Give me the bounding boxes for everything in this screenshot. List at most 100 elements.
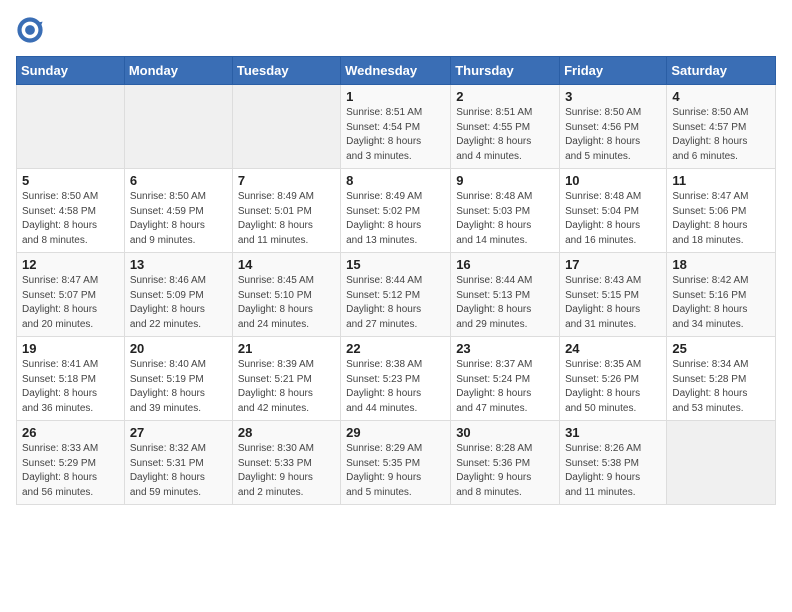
calendar-cell [232, 85, 340, 169]
day-info: Sunrise: 8:34 AM Sunset: 5:28 PM Dayligh… [672, 358, 770, 416]
day-number: 27 [130, 425, 227, 440]
day-number: 26 [22, 425, 119, 440]
calendar-cell: 8 Sunrise: 8:49 AM Sunset: 5:02 PM Daylig… [341, 169, 451, 253]
calendar-cell: 31 Sunrise: 8:26 AM Sunset: 5:38 PM Dayli… [560, 421, 667, 505]
day-number: 3 [565, 89, 661, 104]
calendar-cell: 29 Sunrise: 8:29 AM Sunset: 5:35 PM Dayli… [341, 421, 451, 505]
day-info: Sunrise: 8:33 AM Sunset: 5:29 PM Dayligh… [22, 442, 119, 500]
calendar-week-row: 5Sunrise: 8:50 AM Sunset: 4:58 PM Daylig… [17, 169, 776, 253]
day-number: 7 [238, 173, 335, 188]
day-info: Sunrise: 8:50 AM Sunset: 4:59 PM Dayligh… [130, 190, 227, 248]
calendar-cell: 24 Sunrise: 8:35 AM Sunset: 5:26 PM Dayli… [560, 337, 667, 421]
day-info: Sunrise: 8:39 AM Sunset: 5:21 PM Dayligh… [238, 358, 335, 416]
day-number: 18 [672, 257, 770, 272]
day-info: Sunrise: 8:48 AM Sunset: 5:03 PM Dayligh… [456, 190, 554, 248]
calendar-cell [667, 421, 776, 505]
calendar-cell: 12Sunrise: 8:47 AM Sunset: 5:07 PM Dayli… [17, 253, 125, 337]
calendar-cell: 23 Sunrise: 8:37 AM Sunset: 5:24 PM Dayli… [451, 337, 560, 421]
day-number: 17 [565, 257, 661, 272]
day-info: Sunrise: 8:41 AM Sunset: 5:18 PM Dayligh… [22, 358, 119, 416]
calendar-cell: 3Sunrise: 8:50 AM Sunset: 4:56 PM Daylig… [560, 85, 667, 169]
calendar-cell [17, 85, 125, 169]
day-info: Sunrise: 8:45 AM Sunset: 5:10 PM Dayligh… [238, 274, 335, 332]
logo [16, 16, 46, 44]
day-info: Sunrise: 8:50 AM Sunset: 4:57 PM Dayligh… [672, 106, 770, 164]
day-info: Sunrise: 8:32 AM Sunset: 5:31 PM Dayligh… [130, 442, 227, 500]
weekday-header-friday: Friday [560, 57, 667, 85]
day-number: 23 [456, 341, 554, 356]
day-info: Sunrise: 8:29 AM Sunset: 5:35 PM Dayligh… [346, 442, 445, 500]
calendar-cell: 18 Sunrise: 8:42 AM Sunset: 5:16 PM Dayli… [667, 253, 776, 337]
day-number: 8 [346, 173, 445, 188]
weekday-header-sunday: Sunday [17, 57, 125, 85]
day-number: 25 [672, 341, 770, 356]
day-info: Sunrise: 8:28 AM Sunset: 5:36 PM Dayligh… [456, 442, 554, 500]
day-number: 20 [130, 341, 227, 356]
day-info: Sunrise: 8:26 AM Sunset: 5:38 PM Dayligh… [565, 442, 661, 500]
page-header [16, 16, 776, 44]
day-number: 21 [238, 341, 335, 356]
day-number: 4 [672, 89, 770, 104]
calendar-cell: 25 Sunrise: 8:34 AM Sunset: 5:28 PM Dayli… [667, 337, 776, 421]
weekday-header-wednesday: Wednesday [341, 57, 451, 85]
day-info: Sunrise: 8:47 AM Sunset: 5:06 PM Dayligh… [672, 190, 770, 248]
calendar-cell: 4 Sunrise: 8:50 AM Sunset: 4:57 PM Daylig… [667, 85, 776, 169]
calendar-cell: 17 Sunrise: 8:43 AM Sunset: 5:15 PM Dayli… [560, 253, 667, 337]
calendar-cell: 22 Sunrise: 8:38 AM Sunset: 5:23 PM Dayli… [341, 337, 451, 421]
day-info: Sunrise: 8:49 AM Sunset: 5:02 PM Dayligh… [346, 190, 445, 248]
calendar-cell: 1 Sunrise: 8:51 AM Sunset: 4:54 PM Daylig… [341, 85, 451, 169]
calendar-cell: 15 Sunrise: 8:44 AM Sunset: 5:12 PM Dayli… [341, 253, 451, 337]
day-number: 24 [565, 341, 661, 356]
calendar-cell: 13 Sunrise: 8:46 AM Sunset: 5:09 PM Dayli… [124, 253, 232, 337]
day-number: 14 [238, 257, 335, 272]
logo-icon [16, 16, 44, 44]
calendar-cell: 19 Sunrise: 8:41 AM Sunset: 5:18 PM Dayli… [17, 337, 125, 421]
day-number: 1 [346, 89, 445, 104]
day-number: 19 [22, 341, 119, 356]
calendar-cell: 26 Sunrise: 8:33 AM Sunset: 5:29 PM Dayli… [17, 421, 125, 505]
day-number: 30 [456, 425, 554, 440]
calendar-week-row: 1 Sunrise: 8:51 AM Sunset: 4:54 PM Daylig… [17, 85, 776, 169]
day-info: Sunrise: 8:30 AM Sunset: 5:33 PM Dayligh… [238, 442, 335, 500]
day-number: 31 [565, 425, 661, 440]
calendar-cell: 30 Sunrise: 8:28 AM Sunset: 5:36 PM Dayli… [451, 421, 560, 505]
calendar-cell: 2Sunrise: 8:51 AM Sunset: 4:55 PM Daylig… [451, 85, 560, 169]
day-info: Sunrise: 8:40 AM Sunset: 5:19 PM Dayligh… [130, 358, 227, 416]
weekday-header-tuesday: Tuesday [232, 57, 340, 85]
calendar-cell: 10 Sunrise: 8:48 AM Sunset: 5:04 PM Dayli… [560, 169, 667, 253]
calendar-cell: 21 Sunrise: 8:39 AM Sunset: 5:21 PM Dayli… [232, 337, 340, 421]
day-info: Sunrise: 8:42 AM Sunset: 5:16 PM Dayligh… [672, 274, 770, 332]
day-info: Sunrise: 8:48 AM Sunset: 5:04 PM Dayligh… [565, 190, 661, 248]
calendar-week-row: 19 Sunrise: 8:41 AM Sunset: 5:18 PM Dayli… [17, 337, 776, 421]
day-info: Sunrise: 8:46 AM Sunset: 5:09 PM Dayligh… [130, 274, 227, 332]
calendar-cell: 28 Sunrise: 8:30 AM Sunset: 5:33 PM Dayli… [232, 421, 340, 505]
day-info: Sunrise: 8:49 AM Sunset: 5:01 PM Dayligh… [238, 190, 335, 248]
day-info: Sunrise: 8:38 AM Sunset: 5:23 PM Dayligh… [346, 358, 445, 416]
weekday-header-saturday: Saturday [667, 57, 776, 85]
day-info: Sunrise: 8:51 AM Sunset: 4:54 PM Dayligh… [346, 106, 445, 164]
calendar-cell: 9 Sunrise: 8:48 AM Sunset: 5:03 PM Daylig… [451, 169, 560, 253]
day-number: 29 [346, 425, 445, 440]
calendar-cell [124, 85, 232, 169]
calendar-cell: 6 Sunrise: 8:50 AM Sunset: 4:59 PM Daylig… [124, 169, 232, 253]
day-number: 13 [130, 257, 227, 272]
calendar-cell: 27 Sunrise: 8:32 AM Sunset: 5:31 PM Dayli… [124, 421, 232, 505]
day-number: 6 [130, 173, 227, 188]
day-info: Sunrise: 8:37 AM Sunset: 5:24 PM Dayligh… [456, 358, 554, 416]
day-number: 15 [346, 257, 445, 272]
weekday-header-thursday: Thursday [451, 57, 560, 85]
day-info: Sunrise: 8:35 AM Sunset: 5:26 PM Dayligh… [565, 358, 661, 416]
day-number: 10 [565, 173, 661, 188]
day-number: 28 [238, 425, 335, 440]
day-info: Sunrise: 8:50 AM Sunset: 4:58 PM Dayligh… [22, 190, 119, 248]
day-info: Sunrise: 8:44 AM Sunset: 5:12 PM Dayligh… [346, 274, 445, 332]
weekday-header-monday: Monday [124, 57, 232, 85]
day-info: Sunrise: 8:47 AM Sunset: 5:07 PM Dayligh… [22, 274, 119, 332]
day-number: 11 [672, 173, 770, 188]
day-number: 22 [346, 341, 445, 356]
day-number: 9 [456, 173, 554, 188]
calendar-cell: 11 Sunrise: 8:47 AM Sunset: 5:06 PM Dayli… [667, 169, 776, 253]
calendar-cell: 7 Sunrise: 8:49 AM Sunset: 5:01 PM Daylig… [232, 169, 340, 253]
day-info: Sunrise: 8:43 AM Sunset: 5:15 PM Dayligh… [565, 274, 661, 332]
day-info: Sunrise: 8:51 AM Sunset: 4:55 PM Dayligh… [456, 106, 554, 164]
